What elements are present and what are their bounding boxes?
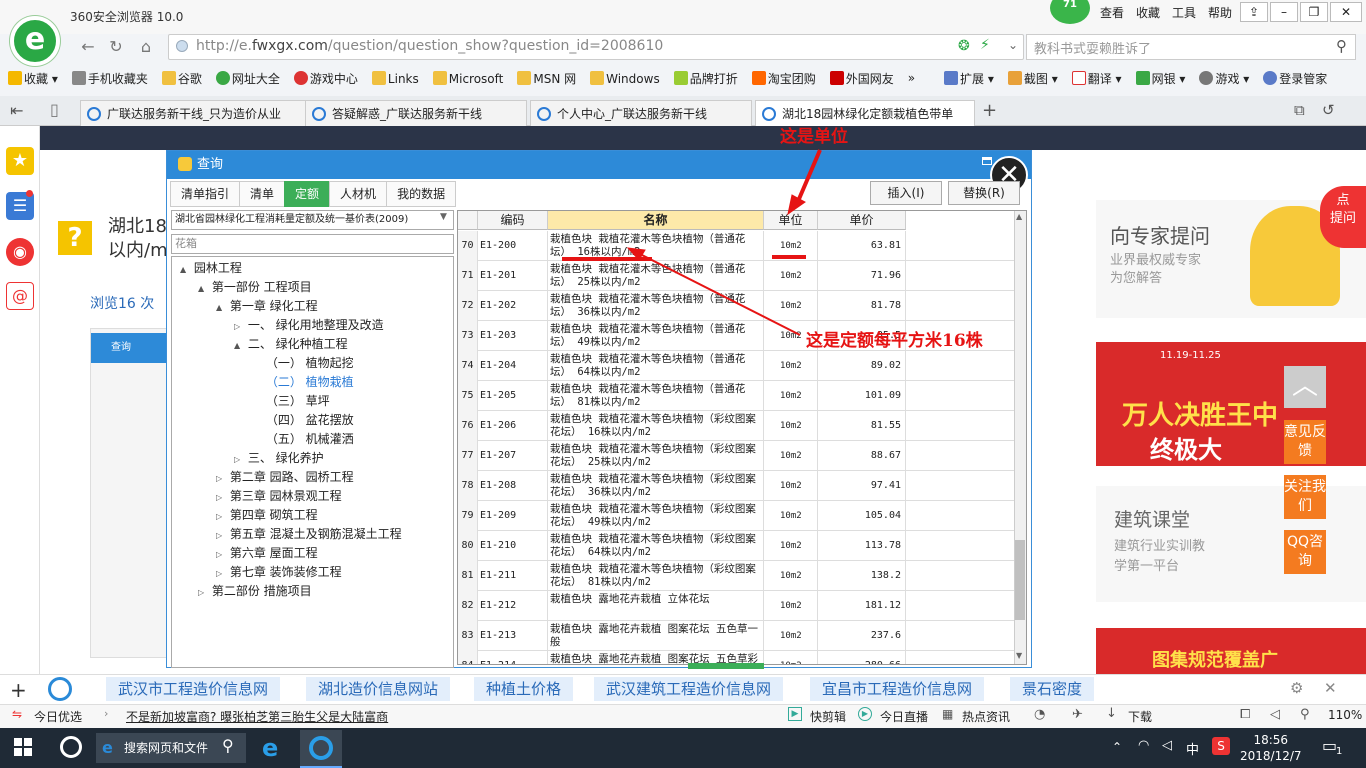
- link-wuhan-build[interactable]: 武汉建筑工程造价信息网: [594, 677, 784, 701]
- status-news[interactable]: 热点资讯: [962, 708, 1010, 725]
- tray-arrow-icon[interactable]: ⌃: [1112, 740, 1122, 754]
- windows-start-icon[interactable]: [14, 738, 32, 756]
- win-pane: [24, 738, 32, 746]
- speed-dial-icon[interactable]: ◔: [1034, 707, 1045, 722]
- win-pane: [24, 748, 32, 756]
- link-stone-density[interactable]: 景石密度: [1010, 677, 1095, 701]
- add-icon[interactable]: +: [10, 678, 27, 702]
- 360-browser-icon: [309, 736, 333, 760]
- ime-indicator[interactable]: 中: [1186, 739, 1199, 758]
- sogou-icon[interactable]: S: [1212, 737, 1230, 755]
- arrow-quota-line: [635, 251, 801, 336]
- clock-time: 18:56: [1253, 733, 1289, 747]
- linkbar-close-icon[interactable]: ✕: [1324, 679, 1337, 697]
- annotation-quota: 这是定额每平方米16株: [806, 331, 983, 351]
- wifi-icon[interactable]: ◠: [1138, 738, 1149, 753]
- 360-icon[interactable]: [60, 736, 82, 758]
- zoom-icon[interactable]: ⚲: [1300, 707, 1310, 722]
- pick-icon: ⇋: [12, 707, 23, 721]
- download-icon: ↓: [1106, 706, 1117, 721]
- today-pick[interactable]: 今日优选: [34, 708, 82, 725]
- ie-search-icon: e: [102, 738, 113, 757]
- settings-gear-icon[interactable]: ⚙: [1290, 679, 1303, 697]
- win-pane: [14, 738, 22, 746]
- edge-icon[interactable]: e: [262, 734, 278, 762]
- news-link[interactable]: 不是新加坡富商? 曝张柏芝第三胎生父是大陆富商: [126, 708, 388, 725]
- action-center-icon[interactable]: ▭: [1322, 736, 1337, 755]
- status-video-edit[interactable]: 快剪辑: [810, 708, 846, 725]
- volume-icon[interactable]: ◁: [1162, 738, 1172, 753]
- video-edit-icon: ▶: [788, 707, 802, 721]
- zoom-level[interactable]: 110%: [1328, 708, 1362, 722]
- taskbar-search-icon[interactable]: ⚲: [222, 736, 234, 755]
- status-download[interactable]: 下载: [1128, 708, 1152, 725]
- link-yichang-cost[interactable]: 宜昌市工程造价信息网: [810, 677, 985, 701]
- pin-icon[interactable]: ✈: [1072, 707, 1083, 722]
- annotation-unit: 这是单位: [780, 127, 848, 147]
- link-hubei-cost[interactable]: 湖北造价信息网站: [306, 677, 451, 701]
- window-icon[interactable]: ⧠: [1240, 707, 1250, 722]
- link-wuhan-cost[interactable]: 武汉市工程造价信息网: [106, 677, 281, 701]
- clock-date: 2018/12/7: [1240, 749, 1302, 763]
- browser-logo-icon: e: [10, 16, 60, 66]
- notify-count: 1: [1336, 746, 1343, 757]
- chevron-right-icon: ›: [104, 707, 109, 720]
- annotation-layer: [562, 149, 822, 336]
- search-logo-icon[interactable]: [48, 677, 72, 701]
- clock[interactable]: 18:56 2018/12/7: [1240, 732, 1302, 764]
- arrow-unit-line: [794, 149, 822, 207]
- mute-icon[interactable]: ◁: [1270, 707, 1280, 722]
- win-pane: [14, 748, 22, 756]
- live-icon: ▶: [858, 707, 872, 721]
- arrow-unit-head: [787, 194, 806, 216]
- status-live[interactable]: 今日直播: [880, 708, 928, 725]
- link-soil-price[interactable]: 种植土价格: [474, 677, 574, 701]
- news-icon: ▦: [942, 707, 954, 721]
